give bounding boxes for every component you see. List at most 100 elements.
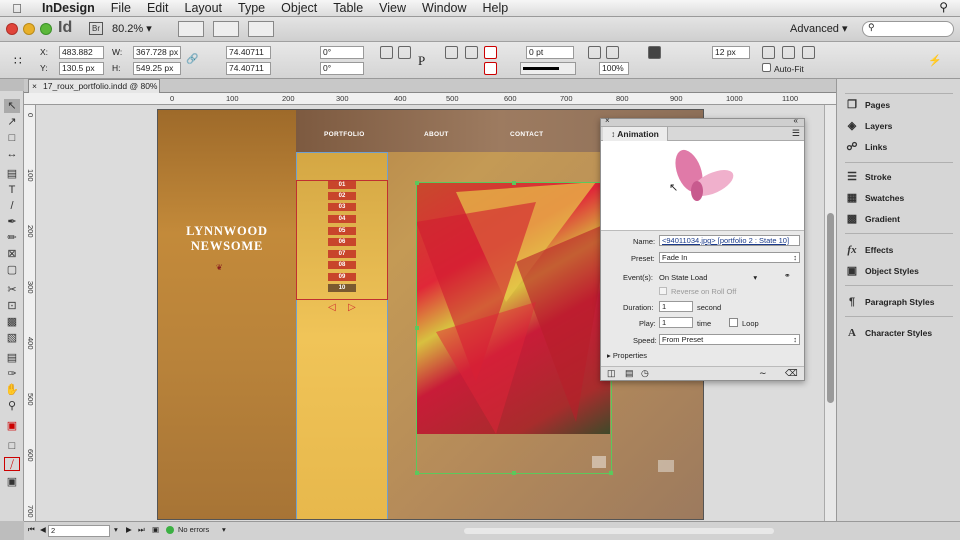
panel-collapse-icon[interactable]: « bbox=[794, 116, 798, 125]
fill-swatch-icon[interactable] bbox=[484, 46, 497, 59]
nav-portfolio[interactable]: PORTFOLIO bbox=[324, 131, 365, 138]
hand-tool-icon[interactable]: ✋ bbox=[4, 383, 20, 397]
zoom-level-select[interactable]: 80.2% ▾ bbox=[112, 21, 158, 37]
show-proxy-icon[interactable]: ◷ bbox=[641, 368, 649, 379]
scale-x-field[interactable]: 74.40711 bbox=[226, 46, 271, 59]
menu-file[interactable]: File bbox=[103, 0, 139, 17]
properties-disclosure[interactable]: ▸ Properties bbox=[607, 351, 647, 360]
dock-item-layers[interactable]: ◈ Layers bbox=[837, 116, 960, 136]
reference-point-icon[interactable]: ∷ bbox=[14, 54, 27, 68]
eyedropper-tool-icon[interactable]: ✑ bbox=[4, 367, 20, 381]
preflight-menu-icon[interactable]: ▾ bbox=[222, 525, 226, 534]
direct-selection-tool-icon[interactable]: ↗ bbox=[4, 115, 20, 129]
reverse-checkbox[interactable] bbox=[659, 287, 667, 295]
flip-horizontal-icon[interactable] bbox=[445, 46, 458, 59]
w-field[interactable]: 367.728 px bbox=[133, 46, 181, 59]
page-menu-icon[interactable]: ▾ bbox=[114, 525, 118, 534]
loop-checkbox[interactable] bbox=[729, 318, 738, 327]
help-search-input[interactable]: ⚲ bbox=[862, 21, 954, 37]
fill-stroke-icon[interactable]: ▣ bbox=[4, 419, 20, 433]
handle-middle-left[interactable] bbox=[415, 326, 419, 330]
page-tool-icon[interactable]: □ bbox=[4, 131, 20, 145]
handle-bottom-left[interactable] bbox=[415, 471, 419, 475]
menu-layout[interactable]: Layout bbox=[177, 0, 231, 17]
dock-item-pages[interactable]: ❐ Pages bbox=[837, 95, 960, 115]
close-window-icon[interactable] bbox=[6, 23, 18, 35]
gradient-swatch-tool-icon[interactable]: ▩ bbox=[4, 315, 20, 329]
screen-mode-icon[interactable]: ▣ bbox=[4, 475, 20, 489]
panel-close-icon[interactable]: × bbox=[605, 116, 610, 125]
constrain-proportions-icon[interactable]: 🔗 bbox=[186, 54, 199, 67]
note-tool-icon[interactable]: ▤ bbox=[4, 351, 20, 365]
pencil-tool-icon[interactable]: ✏ bbox=[4, 231, 20, 245]
portfolio-button-02[interactable]: 02 bbox=[328, 192, 356, 200]
frame-type-icon[interactable]: P bbox=[418, 53, 431, 68]
vertical-ruler[interactable]: 0 100 200 300 400 500 600 700 bbox=[24, 105, 36, 521]
close-tab-icon[interactable]: × bbox=[32, 80, 37, 93]
zoom-tool-icon[interactable]: ⚲ bbox=[4, 399, 20, 413]
dock-item-paragraph-styles[interactable]: ¶ Paragraph Styles bbox=[837, 292, 960, 312]
spotlight-search-icon[interactable]: ⚲ bbox=[939, 0, 948, 14]
nav-contact[interactable]: CONTACT bbox=[510, 131, 543, 138]
stroke-weight-field[interactable]: 0 pt bbox=[526, 46, 574, 59]
apple-icon[interactable]:  bbox=[0, 1, 34, 16]
stroke-type-select[interactable] bbox=[520, 62, 576, 75]
portfolio-button-05[interactable]: 05 bbox=[328, 227, 356, 235]
open-page-icon[interactable]: ▣ bbox=[152, 525, 159, 534]
speed-select[interactable]: From Preset ↕ bbox=[659, 334, 800, 345]
gap-tool-icon[interactable]: ↔ bbox=[4, 147, 20, 161]
horizontal-ruler[interactable]: 0 100 200 300 400 500 600 700 800 900 1000 1100 bbox=[24, 93, 836, 105]
nav-about[interactable]: ABOUT bbox=[424, 131, 449, 138]
menu-type[interactable]: Type bbox=[230, 0, 273, 17]
fitting-field[interactable]: 12 px bbox=[712, 46, 750, 59]
portfolio-button-09[interactable]: 09 bbox=[328, 273, 356, 281]
rotate-cw-icon[interactable] bbox=[380, 46, 393, 59]
portfolio-button-07[interactable]: 07 bbox=[328, 250, 356, 258]
site-title[interactable]: LYNNWOOD NEWSOME bbox=[178, 224, 276, 254]
page-number-field[interactable]: 2 bbox=[48, 525, 110, 537]
portfolio-buttons-frame[interactable]: 01 02 03 04 05 06 07 08 09 10 bbox=[296, 180, 388, 300]
animation-panel-titlebar[interactable]: × « bbox=[601, 116, 804, 127]
fit-content-icon[interactable] bbox=[762, 46, 775, 59]
flip-vertical-icon[interactable] bbox=[465, 46, 478, 59]
rectangle-tool-icon[interactable]: ▢ bbox=[4, 263, 20, 277]
rotation-field[interactable]: 0° bbox=[320, 46, 364, 59]
handle-bottom-right[interactable] bbox=[609, 471, 613, 475]
h-field[interactable]: 549.25 px bbox=[133, 62, 181, 75]
workspace-switcher[interactable]: Advanced ▾ bbox=[790, 22, 848, 35]
opacity-field[interactable]: 100% bbox=[599, 62, 629, 75]
dock-item-gradient[interactable]: ▩ Gradient bbox=[837, 209, 960, 229]
menu-help[interactable]: Help bbox=[475, 0, 517, 17]
preview-spread-icon[interactable]: ◫ bbox=[607, 368, 616, 379]
pen-tool-icon[interactable]: ✒ bbox=[4, 215, 20, 229]
first-page-icon[interactable]: ⏮ bbox=[28, 525, 35, 535]
dock-item-stroke[interactable]: ☰ Stroke bbox=[837, 167, 960, 187]
portfolio-button-01[interactable]: 01 bbox=[328, 181, 356, 189]
menu-window[interactable]: Window bbox=[414, 0, 474, 17]
portfolio-button-08[interactable]: 08 bbox=[328, 261, 356, 269]
name-field[interactable]: <94011034.jpg> [portfolio 2 : State 10] bbox=[659, 235, 800, 246]
convert-to-motion-path-icon[interactable]: ∼ bbox=[759, 368, 767, 379]
auto-fit-checkbox[interactable] bbox=[762, 63, 771, 72]
menu-view[interactable]: View bbox=[371, 0, 414, 17]
timing-panel-icon[interactable]: ▤ bbox=[625, 368, 634, 379]
dock-item-object-styles[interactable]: ▣ Object Styles bbox=[837, 261, 960, 281]
menu-edit[interactable]: Edit bbox=[139, 0, 177, 17]
duration-field[interactable]: 1 bbox=[659, 301, 693, 312]
arrange-documents-button[interactable] bbox=[248, 21, 274, 37]
y-field[interactable]: 130.5 px bbox=[59, 62, 104, 75]
dock-item-character-styles[interactable]: A Character Styles bbox=[837, 323, 960, 343]
horizontal-scrollbar[interactable] bbox=[464, 528, 774, 534]
fit-frame-icon[interactable] bbox=[782, 46, 795, 59]
dock-item-swatches[interactable]: ▦ Swatches bbox=[837, 188, 960, 208]
selection-tool-icon[interactable]: ↖ bbox=[4, 99, 20, 113]
handle-top-center[interactable] bbox=[512, 181, 516, 185]
free-transform-tool-icon[interactable]: ⊡ bbox=[4, 299, 20, 313]
portfolio-button-04[interactable]: 04 bbox=[328, 215, 356, 223]
menu-table[interactable]: Table bbox=[325, 0, 371, 17]
dock-item-effects[interactable]: fx Effects bbox=[837, 240, 960, 260]
dock-item-links[interactable]: ☍ Links bbox=[837, 137, 960, 157]
content-collector-icon[interactable]: ▤ bbox=[4, 167, 20, 181]
next-arrow-icon[interactable]: ▷ bbox=[348, 302, 356, 313]
effects-fx-icon[interactable] bbox=[606, 46, 619, 59]
